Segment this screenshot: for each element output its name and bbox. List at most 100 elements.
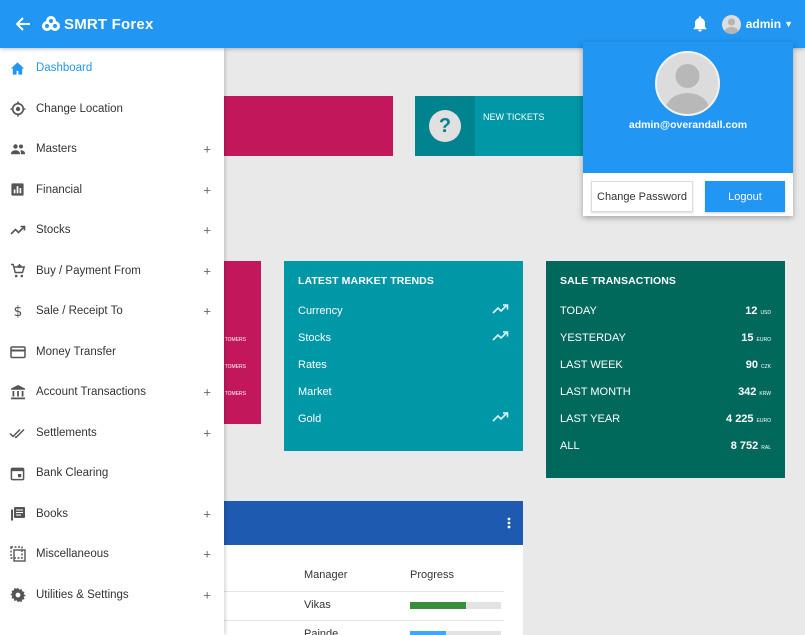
- trending-up-icon: [9, 222, 26, 239]
- sale-unit: CZK: [761, 363, 771, 370]
- sale-amount: 8 752: [730, 439, 759, 452]
- sale-row: LAST YEAR 4 225 EURO: [560, 405, 771, 432]
- profile-email: admin@overandall.com: [628, 119, 748, 131]
- user-avatar-icon[interactable]: [721, 14, 741, 34]
- change-password-button[interactable]: Change Password: [591, 181, 693, 212]
- sidebar-item-dashboard[interactable]: Dashboard: [0, 48, 224, 89]
- logo-icon: [42, 16, 60, 31]
- sale-period-label: YESTERDAY: [560, 331, 626, 344]
- trend-row: Rates: [298, 351, 509, 378]
- customers-row-label: TOMERS: [224, 364, 246, 370]
- expand-plus-icon[interactable]: +: [203, 385, 211, 400]
- trend-row: Market: [298, 378, 509, 405]
- expand-plus-icon[interactable]: +: [203, 547, 211, 562]
- sale-value: 342 KRW: [738, 386, 771, 398]
- sidebar-item-financial[interactable]: Financial +: [0, 170, 224, 211]
- bar-chart-icon: [9, 181, 26, 198]
- sidebar-item-label: Dashboard: [36, 62, 93, 75]
- user-menu-area: admin ▼: [692, 0, 793, 48]
- progress-bar-fill: [410, 631, 447, 635]
- stat-tile-pink[interactable]: [224, 96, 393, 156]
- sidebar-item-books[interactable]: Books +: [0, 494, 224, 535]
- sidebar-item-sale-receipt-to[interactable]: $ Sale / Receipt To +: [0, 291, 224, 332]
- misc-icon: [9, 546, 26, 563]
- trend-row: Stocks: [298, 324, 509, 351]
- app-title: SMRT Forex: [64, 15, 154, 33]
- expand-plus-icon[interactable]: +: [203, 182, 211, 197]
- expand-plus-icon[interactable]: +: [203, 142, 211, 157]
- sale-unit: EURO: [756, 417, 771, 424]
- sale-value: 12 USD: [745, 305, 771, 317]
- sale-amount: 342: [738, 385, 757, 398]
- trending-up-icon: [492, 331, 509, 344]
- more-vert-icon[interactable]: [507, 517, 511, 529]
- trend-row: Gold: [298, 405, 509, 432]
- sale-unit: USD: [760, 309, 771, 316]
- progress-bar: [410, 602, 501, 609]
- sale-unit: EURO: [756, 336, 771, 343]
- expand-plus-icon[interactable]: +: [203, 263, 211, 278]
- bank-icon: [9, 384, 26, 401]
- manager-cell: Painde: [304, 628, 339, 635]
- notification-bell-icon[interactable]: [692, 16, 708, 32]
- logout-button[interactable]: Logout: [705, 181, 785, 212]
- sidebar-item-label: Account Transactions: [36, 386, 146, 399]
- caret-down-icon[interactable]: ▼: [784, 19, 793, 29]
- sidebar-item-settlements[interactable]: Settlements +: [0, 413, 224, 454]
- sidebar-item-label: Settlements: [36, 426, 97, 439]
- sidebar-item-label: Bank Clearing: [36, 467, 109, 480]
- sidebar-item-stocks[interactable]: Stocks +: [0, 210, 224, 251]
- people-icon: [9, 141, 26, 158]
- sale-period-label: TODAY: [560, 304, 597, 317]
- trending-up-icon: [492, 412, 509, 425]
- sale-period-label: LAST YEAR: [560, 412, 621, 425]
- trending-up-icon: [492, 304, 509, 317]
- user-name-label[interactable]: admin: [746, 17, 781, 31]
- progress-bar: [410, 631, 501, 635]
- trend-row: Currency: [298, 297, 509, 324]
- column-header-progress: Progress: [410, 569, 455, 581]
- sale-value: 15 EURO: [741, 332, 771, 344]
- svg-text:$: $: [13, 304, 22, 319]
- sidebar-item-label: Utilities & Settings: [36, 588, 129, 601]
- sidebar-item-label: Financial: [36, 183, 83, 196]
- location-icon: [9, 100, 26, 117]
- sale-amount: 90: [745, 358, 758, 371]
- progress-bar-fill: [410, 602, 467, 609]
- new-tickets-label: NEW TICKETS: [483, 112, 545, 122]
- sidebar-item-change-location[interactable]: Change Location: [0, 89, 224, 130]
- sale-amount: 12: [745, 304, 758, 317]
- table-card-header: [224, 501, 523, 545]
- sidebar-item-label: Masters: [36, 143, 77, 156]
- expand-plus-icon[interactable]: +: [203, 223, 211, 238]
- expand-plus-icon[interactable]: +: [203, 587, 211, 602]
- table-row: [224, 591, 504, 592]
- sidebar-item-miscellaneous[interactable]: Miscellaneous +: [0, 534, 224, 575]
- sidebar-item-buy-payment-from[interactable]: Buy / Payment From +: [0, 251, 224, 292]
- app-logo[interactable]: SMRT Forex: [41, 16, 154, 33]
- sidebar-item-bank-clearing[interactable]: Bank Clearing: [0, 453, 224, 494]
- managers-table-card: Manager Progress Vikas Painde: [224, 501, 523, 635]
- sidebar-item-money-transfer[interactable]: Money Transfer: [0, 332, 224, 373]
- expand-plus-icon[interactable]: +: [203, 304, 211, 319]
- gear-icon: [9, 586, 26, 603]
- expand-plus-icon[interactable]: +: [203, 506, 211, 521]
- manager-cell: Vikas: [304, 599, 331, 611]
- sidebar-item-label: Sale / Receipt To: [36, 305, 123, 318]
- table-row: [224, 620, 504, 621]
- profile-dropdown: admin@overandall.com Change Password Log…: [583, 42, 793, 216]
- new-tickets-tile[interactable]: ? NEW TICKETS: [415, 96, 595, 156]
- sidebar-item-masters[interactable]: Masters +: [0, 129, 224, 170]
- trend-label: Market: [298, 385, 332, 398]
- expand-plus-icon[interactable]: +: [203, 425, 211, 440]
- back-arrow-icon[interactable]: [15, 15, 33, 33]
- customers-card-partial: TOMERS TOMERS TOMERS: [224, 261, 261, 424]
- market-trends-title: LATEST MARKET TRENDS: [298, 275, 434, 287]
- sidebar-item-utilities-settings[interactable]: Utilities & Settings +: [0, 575, 224, 616]
- sidebar-item-account-transactions[interactable]: Account Transactions +: [0, 372, 224, 413]
- question-icon: ?: [429, 110, 461, 142]
- double-check-icon: [9, 424, 26, 441]
- sale-transactions-card: SALE TRANSACTIONS TODAY 12 USD YESTERDAY 15 E…: [546, 261, 785, 478]
- trend-label: Stocks: [298, 331, 332, 344]
- sale-amount: 4 225: [726, 412, 754, 425]
